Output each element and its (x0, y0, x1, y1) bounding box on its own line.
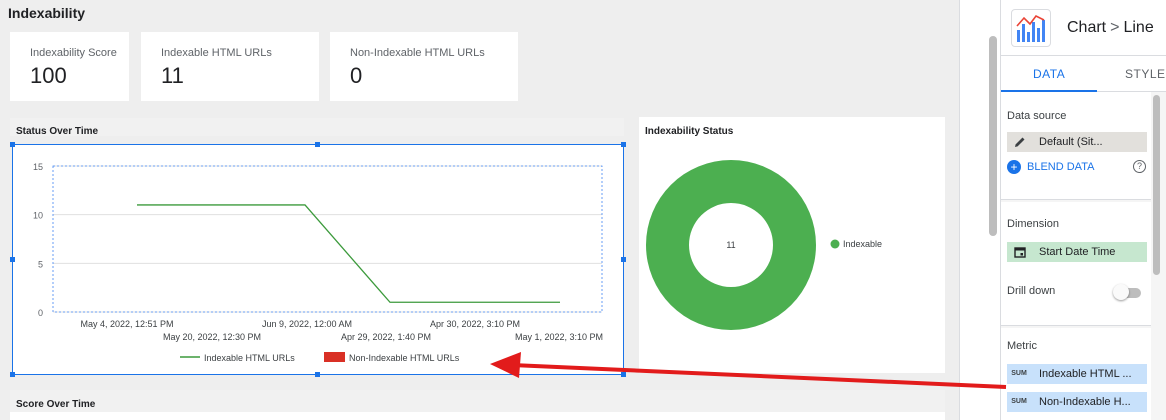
panel-header (10, 118, 624, 136)
properties-scrollbar[interactable] (1153, 95, 1160, 275)
breadcrumb-separator-icon: > (1110, 19, 1120, 36)
metric-name: Indexable HTML ... (1039, 368, 1132, 380)
scorecard-label: Non-Indexable HTML URLs (350, 47, 485, 59)
plus-icon: + (1007, 160, 1021, 174)
resize-handle[interactable] (621, 142, 626, 147)
dimension-chip[interactable]: Start Date Time (1007, 242, 1147, 262)
panel-title: Score Over Time (16, 399, 96, 410)
dimension-section: Dimension Start Date Time Drill down (1001, 202, 1151, 326)
scorecard-value: 100 (30, 63, 67, 88)
donut-center-value: 11 (726, 240, 735, 250)
legend-swatch-indexable (830, 239, 840, 249)
data-tab-content: Data source Default (Sit... + BLEND DATA … (1001, 92, 1166, 420)
calendar-icon (1014, 247, 1026, 258)
resize-handle[interactable] (315, 372, 320, 377)
tab-style[interactable]: STYLE (1125, 67, 1166, 81)
scorecard-indexability-score[interactable]: Indexability Score 100 (10, 32, 129, 101)
legend-label: Indexable (843, 239, 882, 249)
breadcrumb: Chart > Line (1067, 19, 1154, 37)
section-title: Dimension (1007, 218, 1059, 230)
drill-down-toggle-knob[interactable] (1113, 284, 1129, 300)
properties-panel: Chart > Line DATA STYLE Data source Defaul… (1000, 0, 1166, 420)
resize-handle[interactable] (10, 142, 15, 147)
panel-header (10, 390, 945, 412)
scorecard-non-indexable-urls[interactable]: Non-Indexable HTML URLs 0 (330, 32, 518, 101)
metric-section: Metric SUM Indexable HTML ... SUM Non-In… (1001, 328, 1151, 420)
drill-down-label: Drill down (1007, 285, 1056, 297)
resize-handle[interactable] (315, 142, 320, 147)
metric-aggregation[interactable]: SUM (1007, 364, 1031, 384)
tab-data[interactable]: DATA (1033, 67, 1065, 81)
resize-handle[interactable] (10, 257, 15, 262)
scorecard-indexable-urls[interactable]: Indexable HTML URLs 11 (141, 32, 319, 101)
metric-name: Non-Indexable H... (1039, 396, 1131, 408)
metric-chip[interactable]: SUM Non-Indexable H... (1007, 392, 1147, 412)
blend-data-button[interactable]: + BLEND DATA (1007, 160, 1094, 174)
panel-title: Status Over Time (16, 126, 99, 137)
drill-down-row: Drill down (1007, 284, 1147, 300)
blend-data-label: BLEND DATA (1027, 160, 1095, 173)
scorecard-label: Indexability Score (30, 47, 117, 59)
data-source-chip[interactable]: Default (Sit... (1007, 132, 1147, 152)
page-title: Indexability (8, 5, 86, 21)
breadcrumb-leaf: Line (1123, 19, 1154, 36)
chart-selection-frame[interactable] (12, 144, 624, 375)
line-chart-type-icon[interactable] (1011, 9, 1051, 47)
scorecard-label: Indexable HTML URLs (161, 47, 272, 59)
properties-header: Chart > Line (1001, 0, 1166, 56)
section-title: Data source (1007, 110, 1067, 122)
data-source-name: Default (Sit... (1039, 136, 1103, 148)
resize-handle[interactable] (621, 372, 626, 377)
canvas-scrollbar[interactable] (989, 36, 997, 236)
score-over-time-panel[interactable]: Score Over Time (10, 390, 945, 420)
scorecard-value: 11 (161, 63, 184, 88)
property-tabs: DATA STYLE (1001, 56, 1166, 92)
help-icon[interactable]: ? (1133, 160, 1146, 173)
pencil-icon[interactable] (1014, 136, 1026, 148)
breadcrumb-root: Chart (1067, 19, 1107, 36)
scorecard-value: 0 (350, 63, 363, 88)
metric-chip[interactable]: SUM Indexable HTML ... (1007, 364, 1147, 384)
section-title: Metric (1007, 340, 1037, 352)
resize-handle[interactable] (621, 257, 626, 262)
report-canvas: Indexability Indexability Score 100 Inde… (0, 0, 960, 420)
metric-aggregation[interactable]: SUM (1007, 392, 1031, 412)
panel-title: Indexability Status (645, 126, 734, 137)
indexability-status-donut-chart: 11 Indexable (646, 159, 882, 331)
indexability-status-panel[interactable]: Indexability Status 11 Indexable (639, 117, 945, 373)
data-source-section: Data source Default (Sit... + BLEND DATA … (1001, 92, 1151, 200)
resize-handle[interactable] (10, 372, 15, 377)
dimension-name: Start Date Time (1039, 246, 1116, 258)
